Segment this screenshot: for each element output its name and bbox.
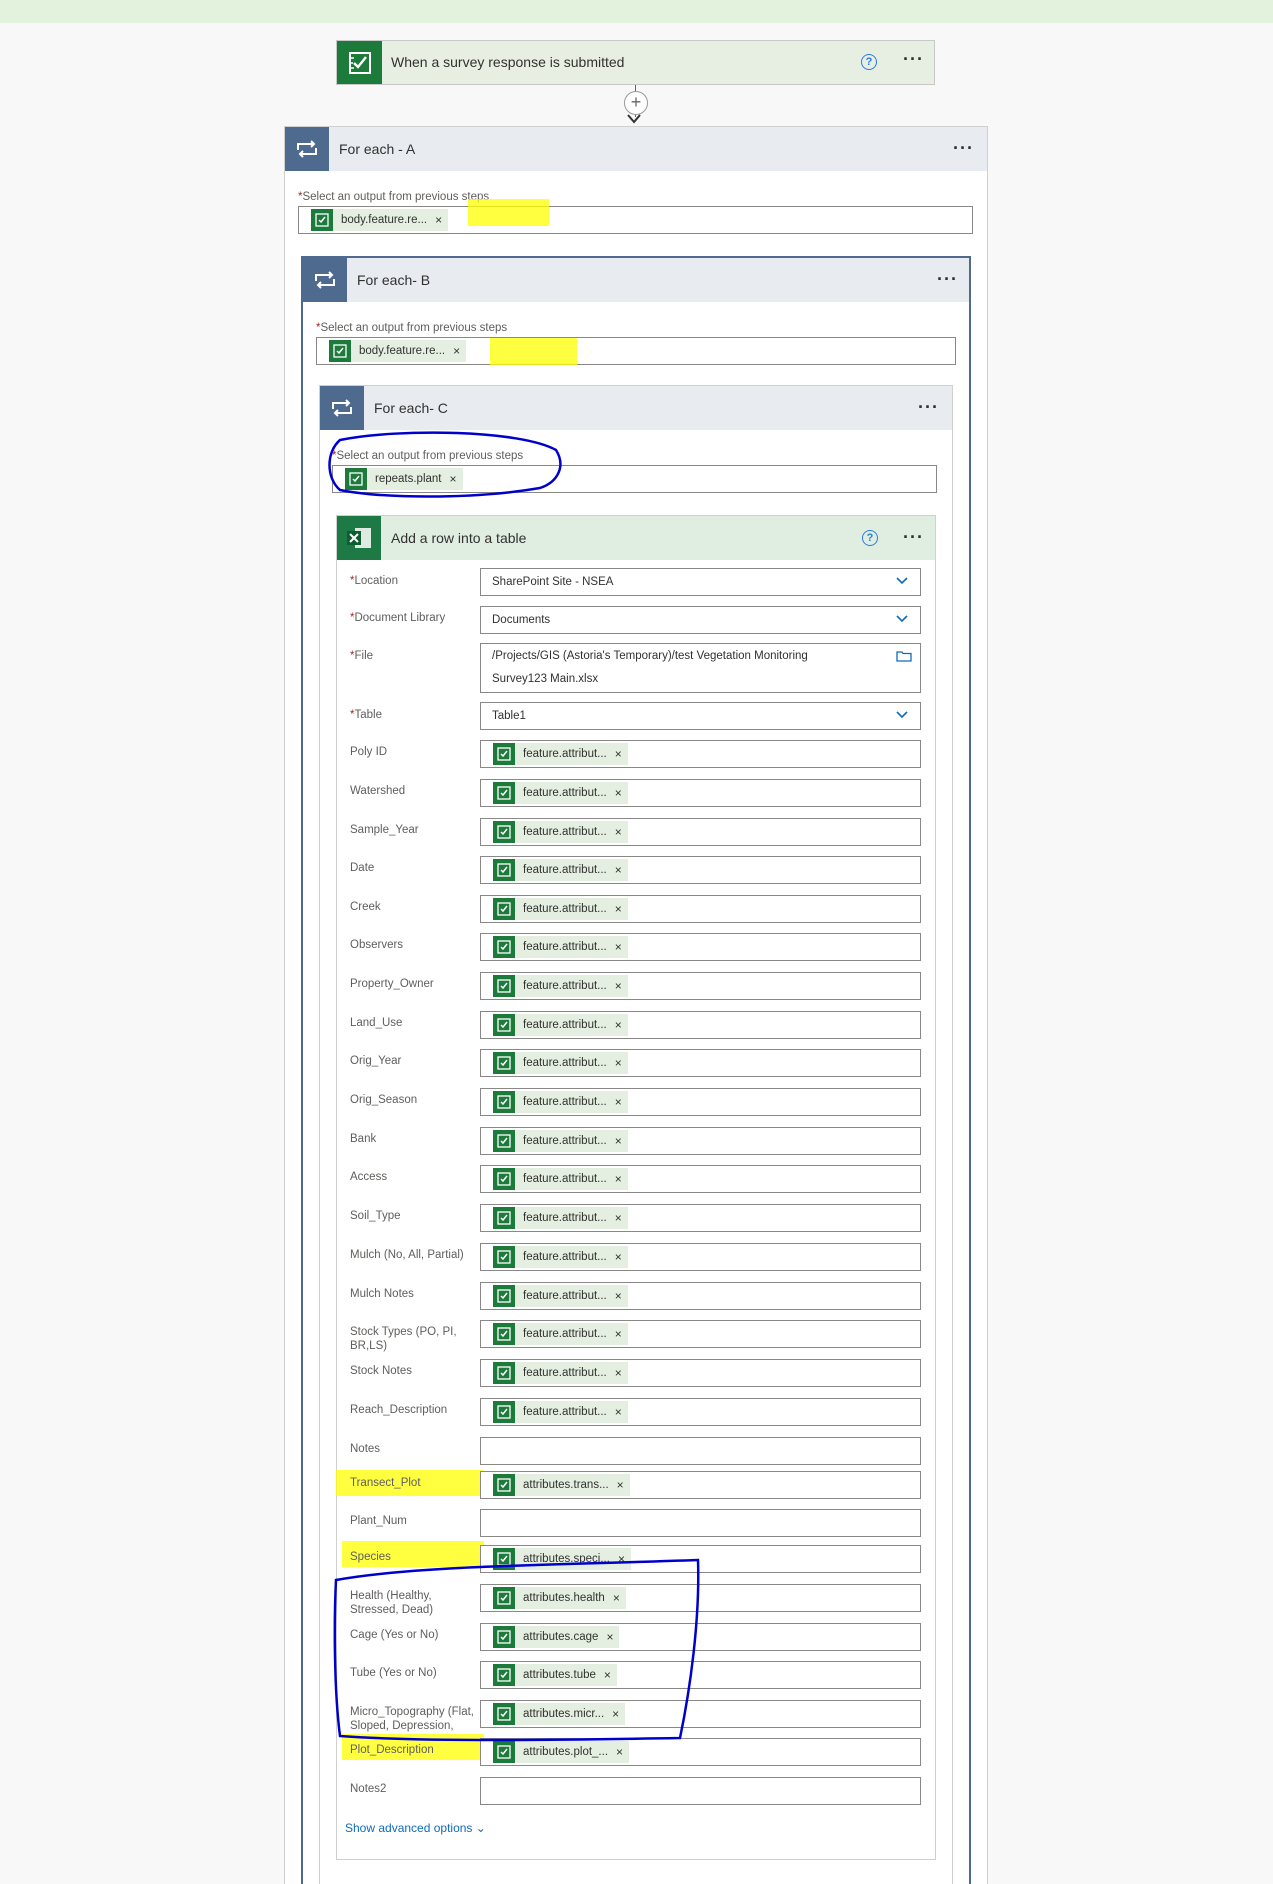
annotation-overlay: [328, 431, 700, 1742]
show-advanced-options-link[interactable]: Show advanced options ⌄: [345, 1821, 486, 1835]
annotation-circle: [333, 1558, 700, 1742]
chevron-down-icon: ⌄: [475, 1821, 486, 1835]
annotation-circle: [328, 431, 562, 498]
